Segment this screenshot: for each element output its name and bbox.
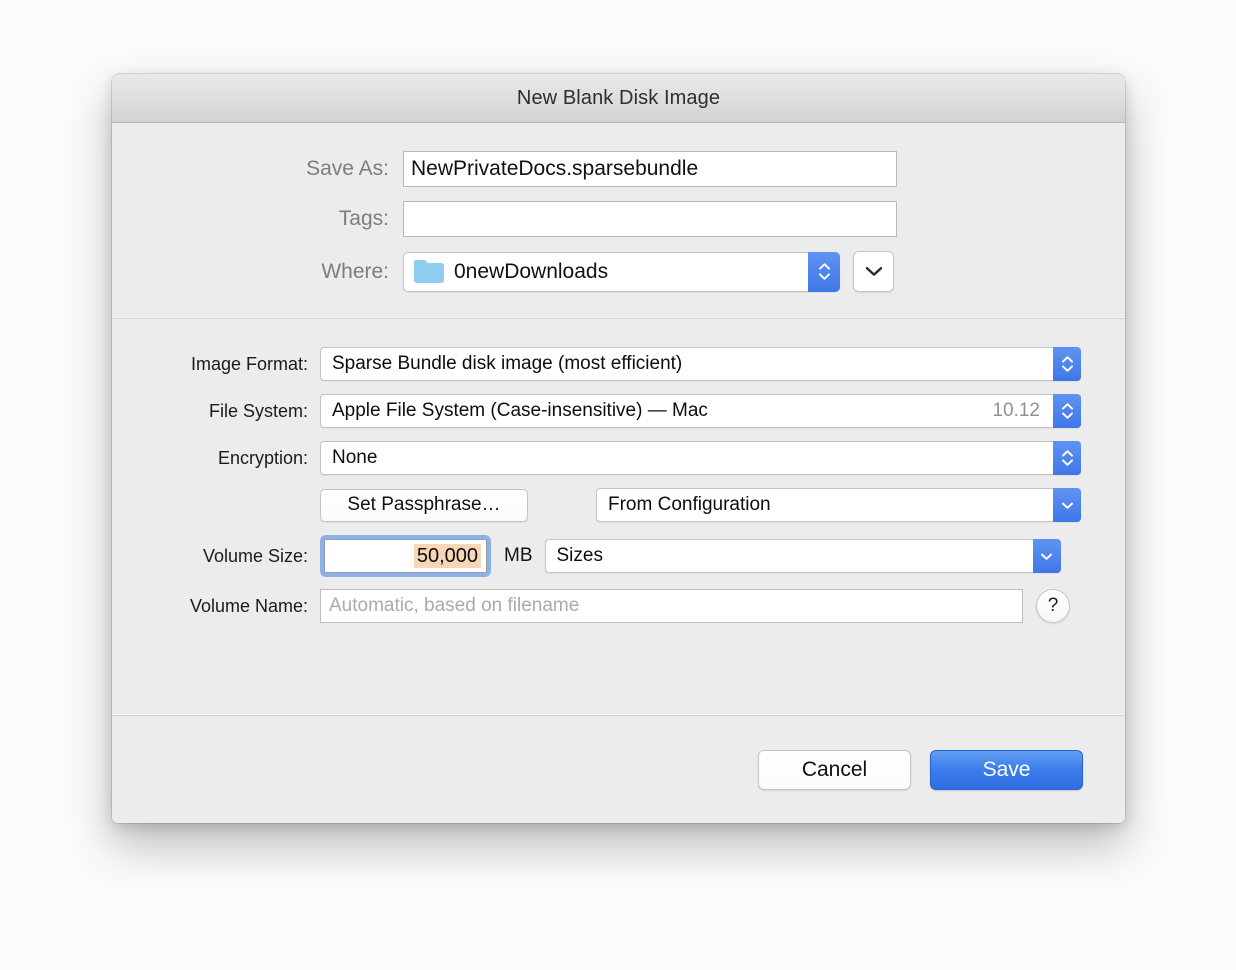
volume-size-focus-ring: 50,000 <box>320 535 491 577</box>
volume-size-presets-value: Sizes <box>557 545 603 567</box>
passphrase-row-spacer <box>112 495 320 516</box>
volume-name-label: Volume Name: <box>112 596 320 617</box>
passphrase-row: Set Passphrase… From Configuration <box>112 488 1125 522</box>
chevron-up-icon <box>1062 403 1073 410</box>
file-system-popup-button[interactable]: Apple File System (Case-insensitive) — M… <box>320 394 1081 428</box>
dialog-title: New Blank Disk Image <box>517 87 720 110</box>
volume-size-value: 50,000 <box>414 544 481 568</box>
chevron-up-icon <box>1062 450 1073 457</box>
where-popup-button[interactable]: 0newDownloads <box>403 252 840 292</box>
volume-name-input[interactable]: Automatic, based on filename <box>320 589 1023 623</box>
chevron-down-icon <box>865 266 883 277</box>
chevron-down-icon <box>1062 459 1073 466</box>
tags-label: Tags: <box>112 207 403 231</box>
chevron-down-icon <box>1062 365 1073 372</box>
volume-size-label: Volume Size: <box>112 546 320 567</box>
image-format-row: Image Format: Sparse Bundle disk image (… <box>112 347 1125 381</box>
where-row: Where: 0newDownloads <box>112 251 1125 292</box>
chevron-up-icon <box>1062 356 1073 363</box>
encryption-row: Encryption: None <box>112 441 1125 475</box>
save-panel-section: Save As: NewPrivateDocs.sparsebundle Tag… <box>112 123 1125 319</box>
chevron-down-icon <box>819 273 830 280</box>
expand-browser-button[interactable] <box>853 251 894 292</box>
chevron-down-icon <box>1062 412 1073 419</box>
tags-input[interactable] <box>403 201 897 237</box>
encryption-value: None <box>332 447 377 469</box>
save-as-row: Save As: NewPrivateDocs.sparsebundle <box>112 151 1125 187</box>
folder-icon <box>414 260 444 283</box>
where-value: 0newDownloads <box>454 260 608 284</box>
image-format-value: Sparse Bundle disk image (most efficient… <box>332 353 682 375</box>
where-stepper-icon[interactable] <box>808 252 840 292</box>
image-format-stepper-icon[interactable] <box>1053 347 1081 381</box>
image-format-popup-button[interactable]: Sparse Bundle disk image (most efficient… <box>320 347 1081 381</box>
question-mark-icon: ? <box>1048 595 1059 617</box>
dialog-titlebar: New Blank Disk Image <box>112 74 1125 123</box>
file-system-value: Apple File System (Case-insensitive) — M… <box>332 400 708 422</box>
save-button-label: Save <box>983 758 1031 782</box>
chevron-down-icon <box>1041 553 1052 560</box>
file-system-stepper-icon[interactable] <box>1053 394 1081 428</box>
set-passphrase-label: Set Passphrase… <box>347 494 500 516</box>
cancel-button-label: Cancel <box>802 758 867 782</box>
encryption-stepper-icon[interactable] <box>1053 441 1081 475</box>
where-label: Where: <box>112 260 403 284</box>
help-button[interactable]: ? <box>1036 589 1070 623</box>
volume-name-row: Volume Name: Automatic, based on filenam… <box>112 589 1125 623</box>
image-format-label: Image Format: <box>112 354 320 375</box>
save-button[interactable]: Save <box>930 750 1083 790</box>
volume-size-unit: MB <box>504 545 533 567</box>
disk-image-options-section: Image Format: Sparse Bundle disk image (… <box>112 319 1125 716</box>
volume-size-presets-chevron[interactable] <box>1033 539 1061 573</box>
save-as-label: Save As: <box>112 157 403 181</box>
chevron-down-icon <box>1062 502 1073 509</box>
passphrase-source-popup-button[interactable]: From Configuration <box>596 488 1081 522</box>
volume-size-input[interactable]: 50,000 <box>324 539 487 573</box>
file-system-label: File System: <box>112 401 320 422</box>
file-system-version: 10.12 <box>992 400 1040 422</box>
save-as-input[interactable]: NewPrivateDocs.sparsebundle <box>403 151 897 187</box>
volume-size-row: Volume Size: 50,000 MB Sizes <box>112 535 1125 577</box>
volume-name-placeholder: Automatic, based on filename <box>329 595 579 617</box>
chevron-up-icon <box>819 263 830 270</box>
dialog-footer: Cancel Save <box>112 716 1125 823</box>
passphrase-source-value: From Configuration <box>608 494 771 516</box>
encryption-popup-button[interactable]: None <box>320 441 1081 475</box>
passphrase-source-chevron[interactable] <box>1053 488 1081 522</box>
where-controls: 0newDownloads <box>403 251 894 292</box>
file-system-row: File System: Apple File System (Case-ins… <box>112 394 1125 428</box>
new-blank-disk-image-dialog: New Blank Disk Image Save As: NewPrivate… <box>112 74 1125 823</box>
encryption-label: Encryption: <box>112 448 320 469</box>
save-as-value: NewPrivateDocs.sparsebundle <box>411 157 698 181</box>
volume-size-presets-popup-button[interactable]: Sizes <box>545 539 1061 573</box>
set-passphrase-button[interactable]: Set Passphrase… <box>320 489 528 522</box>
cancel-button[interactable]: Cancel <box>758 750 911 790</box>
tags-row: Tags: <box>112 201 1125 237</box>
